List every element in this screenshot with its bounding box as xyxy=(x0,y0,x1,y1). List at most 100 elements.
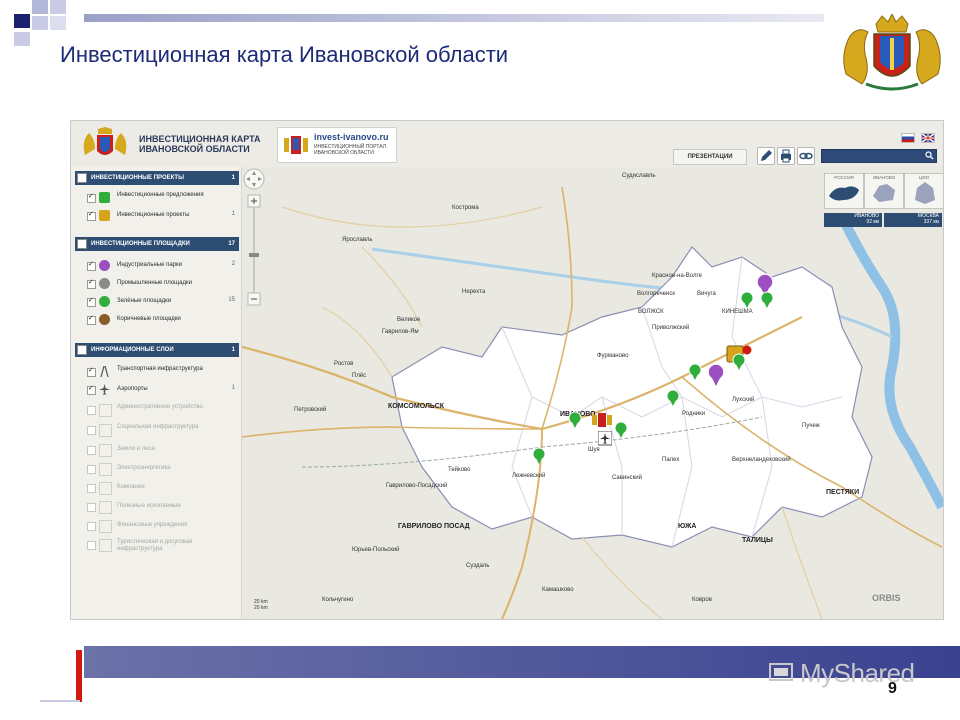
section-checkbox[interactable] xyxy=(77,239,87,249)
layer-label: Аэропорты xyxy=(117,386,148,392)
green-site-pin[interactable] xyxy=(740,291,754,309)
city-lukh: Лухский xyxy=(732,397,755,403)
layer-checkbox[interactable] xyxy=(87,446,96,455)
layer-checkbox[interactable] xyxy=(87,192,96,203)
layer-industrial-parks[interactable]: Индустриальные парки 2 xyxy=(87,259,237,273)
layer-label: Туристическая и досуговая инфраструктура xyxy=(117,539,193,552)
city-zavolzhsk: ВОЛЖСК xyxy=(638,309,664,315)
layer-social[interactable]: Социальная инфраструктура xyxy=(87,423,237,437)
city-velikoe: Великое xyxy=(397,317,421,323)
section-checkbox[interactable] xyxy=(77,173,87,183)
layer-checkbox[interactable] xyxy=(87,465,96,474)
layer-energy[interactable]: Электроэнергетика xyxy=(87,462,237,476)
layer-checkbox[interactable] xyxy=(87,366,96,377)
scale-label-b: 20 km xyxy=(254,605,268,611)
green-site-pin[interactable] xyxy=(614,421,628,439)
social-icon xyxy=(99,424,112,437)
zoom-handle xyxy=(249,253,259,257)
section-label: ИНВЕСТИЦИОННЫЕ ПРОЕКТЫ xyxy=(91,175,184,181)
city-gavrilov-yam: Гаврилов-Ям xyxy=(382,329,419,335)
section-count: 17 xyxy=(228,241,235,247)
airport-icon[interactable] xyxy=(598,431,612,449)
layer-label: Земли и леса xyxy=(117,446,155,452)
layer-checkbox[interactable] xyxy=(87,210,96,221)
green-site-pin[interactable] xyxy=(732,353,746,371)
green-site-pin[interactable] xyxy=(760,291,774,309)
layer-tourism[interactable]: Туристическая и досуговая инфраструктура xyxy=(87,538,237,552)
layer-checkbox[interactable] xyxy=(87,541,96,550)
layer-checkbox[interactable] xyxy=(87,314,96,325)
search-input[interactable] xyxy=(821,149,937,163)
pencil-icon[interactable] xyxy=(757,147,775,165)
city-yuzha: ЮЖА xyxy=(678,523,697,530)
layer-companies[interactable]: Компании xyxy=(87,481,237,495)
layer-green-sites[interactable]: Зелёные площадки 15 xyxy=(87,295,237,309)
layer-transport[interactable]: Транспортная инфраструктура xyxy=(87,365,237,379)
layer-checkbox[interactable] xyxy=(87,278,96,289)
portal-logo-icon xyxy=(284,136,308,154)
region-view-russia[interactable]: РОССИЯ xyxy=(824,173,864,209)
zoom-control[interactable] xyxy=(242,167,266,317)
city-kamashkovo: Камашково xyxy=(542,587,574,593)
search-icon[interactable] xyxy=(925,151,934,160)
green-site-pin[interactable] xyxy=(532,447,546,465)
green-site-pin[interactable] xyxy=(688,363,702,381)
layer-checkbox[interactable] xyxy=(87,426,96,435)
green-site-pin[interactable] xyxy=(666,389,680,407)
city-palekh: Палех xyxy=(662,457,680,463)
region-view-cfd[interactable]: ЦФО xyxy=(904,173,943,209)
layer-checkbox[interactable] xyxy=(87,406,96,415)
layer-brown-sites[interactable]: Коричневые площадки xyxy=(87,313,237,327)
layer-lands[interactable]: Земли и леса xyxy=(87,443,237,457)
presentations-button[interactable]: ПРЕЗЕНТАЦИИ xyxy=(673,149,747,165)
city-komsomolsk: КОМСОМОЛЬСК xyxy=(388,403,445,410)
layer-checkbox[interactable] xyxy=(87,484,96,493)
layer-finance[interactable]: Финансовые учреждения xyxy=(87,519,237,533)
layer-minerals[interactable]: Полезные ископаемые xyxy=(87,500,237,514)
distance-moscow: МОСКВА 337 км xyxy=(884,213,942,227)
app-header: ИНВЕСТИЦИОННАЯ КАРТА ИВАНОВСКОЙ ОБЛАСТИ … xyxy=(71,121,943,168)
layer-admin[interactable]: Административное устройство xyxy=(87,403,237,417)
lang-en-flag-icon[interactable] xyxy=(921,133,935,143)
section-checkbox[interactable] xyxy=(77,345,87,355)
corner-square-light-2 xyxy=(50,0,66,14)
layer-label: Социальная инфраструктура xyxy=(117,424,199,430)
scale-bar: 20 km 20 km xyxy=(254,599,268,611)
ivanovo-map-icon xyxy=(873,184,895,202)
layer-checkbox[interactable] xyxy=(87,503,96,512)
city-verhnelandeh: Верхнеландеховский xyxy=(732,457,791,463)
city-volgorechensk: Волгореченск xyxy=(637,291,675,297)
link-icon[interactable] xyxy=(797,147,815,165)
city-pestyaki: ПЕСТЯКИ xyxy=(826,489,860,496)
layer-label: Электроэнергетика xyxy=(117,465,171,471)
industrial-park-pin[interactable] xyxy=(706,363,726,387)
layer-label: Транспортная инфраструктура xyxy=(117,366,203,372)
city-plyos: Плёс xyxy=(352,373,367,379)
corner-square-dark-3 xyxy=(50,16,66,30)
distance-value: 92 км xyxy=(866,219,879,225)
map-view[interactable]: РОССИЯ ИВАНОВО ЦФО ИВАНОВО 92 км МОСКВА … xyxy=(242,167,943,619)
layer-checkbox[interactable] xyxy=(87,296,96,307)
lang-ru-flag-icon[interactable] xyxy=(901,133,915,143)
layer-checkbox[interactable] xyxy=(87,260,96,271)
region-view-ivanovo[interactable]: ИВАНОВО xyxy=(864,173,904,209)
city-rodniki: Родники xyxy=(682,411,706,417)
green-circle-icon xyxy=(99,296,110,307)
road-icon xyxy=(100,366,109,377)
section-invest-sites[interactable]: ИНВЕСТИЦИОННЫЕ ПЛОЩАДКИ 17 xyxy=(75,237,239,251)
section-info-layers[interactable]: ИНФОРМАЦИОННЫЕ СЛОИ 1 xyxy=(75,343,239,357)
section-invest-projects[interactable]: ИНВЕСТИЦИОННЫЕ ПРОЕКТЫ 1 xyxy=(75,171,239,185)
layer-checkbox[interactable] xyxy=(87,522,96,531)
layer-industrial-sites[interactable]: Промышленные площадки xyxy=(87,277,237,291)
layer-invest-projects[interactable]: Инвестиционные проекты 1 xyxy=(87,209,237,223)
print-icon[interactable] xyxy=(777,147,795,165)
layer-invest-proposals[interactable]: Инвестиционные предложения xyxy=(87,191,237,205)
city-privolzhsk: Приволжский xyxy=(652,325,690,331)
layer-checkbox[interactable] xyxy=(87,384,96,395)
section-count: 1 xyxy=(231,347,235,353)
portal-link[interactable]: invest-ivanovo.ru ИНВЕСТИЦИОННЫЙ ПОРТАЛ … xyxy=(277,127,397,163)
layer-airports[interactable]: Аэропорты 1 xyxy=(87,383,237,397)
city-yuryev: Юрьев-Польский xyxy=(352,547,400,553)
green-site-pin[interactable] xyxy=(568,411,582,429)
app-title: ИНВЕСТИЦИОННАЯ КАРТА ИВАНОВСКОЙ ОБЛАСТИ xyxy=(139,134,269,154)
